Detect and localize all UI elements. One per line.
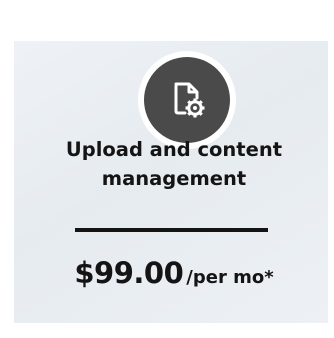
icon-circle — [144, 57, 230, 143]
price-amount: $99.00 — [74, 256, 184, 290]
card-title: Upload and content management — [65, 138, 283, 190]
file-settings-icon — [174, 82, 205, 118]
divider — [75, 228, 268, 232]
price-period: /per mo* — [186, 267, 274, 288]
page: Upload and content management $99.00/per… — [0, 0, 334, 338]
price-row: $99.00/per mo* — [0, 256, 334, 290]
